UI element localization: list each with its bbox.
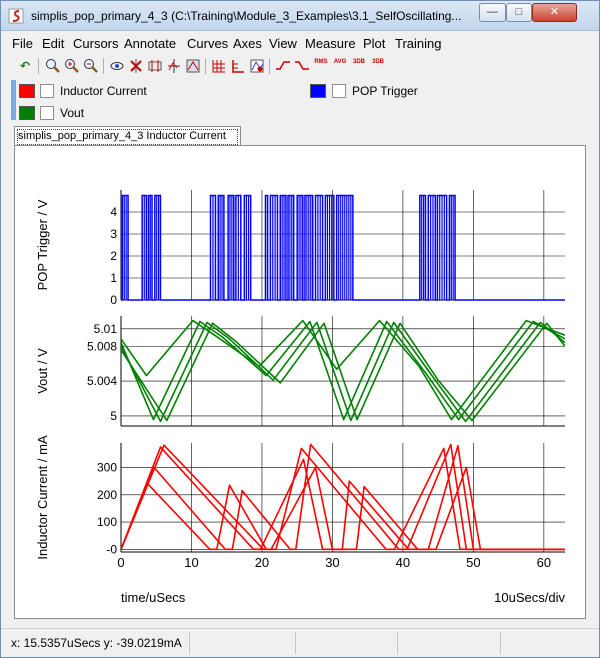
vout-trace-1: [121, 319, 565, 421]
zoom-full-icon[interactable]: [45, 58, 61, 74]
vout-ytick-label: 5.01: [94, 322, 118, 336]
vout-legend-label: Vout: [60, 106, 85, 120]
vout-trace-4: [121, 322, 565, 422]
zoom-in-icon[interactable]: [64, 58, 80, 74]
curve-color-icon[interactable]: [249, 58, 265, 74]
inductor-current-swatch[interactable]: [19, 84, 35, 98]
pop-trigger-ylabel: POP Trigger / V: [35, 199, 50, 290]
xlabel: time/uSecs: [121, 590, 186, 605]
cursor-delete-icon[interactable]: [128, 58, 144, 74]
cursor-add-icon[interactable]: [147, 58, 163, 74]
pop-trigger-ytick-label: 0: [110, 293, 117, 307]
grid-icon[interactable]: [211, 58, 227, 74]
vout-ytick-label: 5.008: [87, 339, 117, 353]
xtick-label: 20: [255, 555, 269, 570]
measure-rms-icon[interactable]: RMS: [313, 58, 329, 74]
vout-swatch[interactable]: [19, 106, 35, 120]
zoom-out-icon[interactable]: [83, 58, 99, 74]
vout-ytick-label: 5.004: [87, 374, 117, 388]
menu-measure[interactable]: Measure: [305, 36, 356, 51]
measure-avg-icon[interactable]: AVG: [332, 58, 348, 74]
measure-rise-icon[interactable]: [275, 58, 291, 74]
menu-plot[interactable]: Plot: [363, 36, 385, 51]
cursor-ref-icon[interactable]: [185, 58, 201, 74]
window-title: simplis_pop_primary_4_3 (C:\Training\Mod…: [31, 9, 462, 23]
inductor-current-ylabel: Inductor Current / mA: [35, 435, 50, 560]
minimize-button[interactable]: —: [479, 3, 506, 22]
xtick-label: 50: [466, 555, 480, 570]
waveform-chart[interactable]: 43210POP Trigger / V5.015.0085.0045Vout …: [15, 146, 585, 618]
vout-checkbox[interactable]: [40, 106, 54, 120]
close-button[interactable]: ✕: [532, 3, 577, 22]
xtick-label: 10: [184, 555, 198, 570]
legend-area: Inductor Current Vout POP Trigger: [1, 78, 599, 124]
status-separator: [295, 632, 296, 654]
menu-axes[interactable]: Axes: [233, 36, 262, 51]
view-icon[interactable]: [109, 58, 125, 74]
pop-trigger-ytick-label: 1: [110, 271, 117, 285]
xtick-label: 30: [325, 555, 339, 570]
menu-annotate[interactable]: Annotate: [124, 36, 176, 51]
menu-training[interactable]: Training: [395, 36, 441, 51]
inductor-current-legend-label: Inductor Current: [60, 84, 147, 98]
measure-fall-icon[interactable]: [294, 58, 310, 74]
inductor-current-ytick-label: 200: [97, 488, 117, 502]
toolbar-separator: [38, 58, 39, 74]
maximize-button[interactable]: □: [506, 3, 532, 22]
toolbar-separator: [103, 58, 104, 74]
status-separator: [189, 632, 190, 654]
menu-cursors[interactable]: Cursors: [73, 36, 119, 51]
axis-icon[interactable]: [230, 58, 246, 74]
status-bar: x: 15.5357uSecs y: -39.0219mA: [1, 628, 599, 657]
cursor-snap-icon[interactable]: [166, 58, 182, 74]
tab-inductor-current[interactable]: simplis_pop_primary_4_3 Inductor Current: [14, 126, 241, 146]
toolbar-separator: [269, 58, 270, 74]
tab-focus-rect: [17, 129, 238, 145]
pop-trigger-swatch[interactable]: [310, 84, 326, 98]
pop-trigger-ytick-label: 3: [110, 227, 117, 241]
inductor-current-ytick-label: 300: [97, 461, 117, 475]
menu-file[interactable]: File: [12, 36, 33, 51]
vout-trace-2: [121, 320, 565, 421]
undo-icon[interactable]: ↶: [17, 58, 33, 74]
pop-trigger-ytick-label: 2: [110, 249, 117, 263]
status-separator: [397, 632, 398, 654]
menu-bar: File Edit Cursors Annotate Curves Axes V…: [1, 32, 599, 54]
app-icon: [8, 8, 24, 24]
vout-ytick-label: 5: [110, 409, 117, 423]
title-bar[interactable]: simplis_pop_primary_4_3 (C:\Training\Mod…: [1, 1, 599, 31]
app-window: simplis_pop_primary_4_3 (C:\Training\Mod…: [0, 0, 600, 658]
menu-view[interactable]: View: [269, 36, 297, 51]
xtick-label: 0: [117, 555, 124, 570]
menu-curves[interactable]: Curves: [187, 36, 228, 51]
pop-trigger-ytick-label: 4: [110, 205, 117, 219]
x-division-label: 10uSecs/div: [494, 590, 565, 605]
inductor-current-checkbox[interactable]: [40, 84, 54, 98]
vout-ylabel: Vout / V: [35, 348, 50, 394]
measure-3db-low-icon[interactable]: 3DB: [351, 58, 367, 74]
pop-trigger-legend-label: POP Trigger: [352, 84, 418, 98]
xtick-label: 40: [396, 555, 410, 570]
inductor-current-ytick-label: -0: [106, 542, 117, 556]
vout-trace-3: [121, 321, 565, 423]
toolbar-separator: [205, 58, 206, 74]
plot-panel[interactable]: 4 3 2 1 0 POP Trigger / V 5.01 5.008 5.004 5 Vout …: [14, 145, 586, 619]
inductor-current-ytick-label: 100: [97, 515, 117, 529]
toolbar: ↶ RMS AVG 3DB 3DB: [1, 55, 599, 77]
pop-trigger-checkbox[interactable]: [332, 84, 346, 98]
menu-edit[interactable]: Edit: [42, 36, 64, 51]
xtick-label: 60: [537, 555, 551, 570]
status-separator: [500, 632, 501, 654]
measure-3db-high-icon[interactable]: 3DB: [370, 58, 386, 74]
legend-splitter[interactable]: [11, 80, 16, 120]
inductor-current-trace-1: [121, 447, 556, 551]
cursor-readout: x: 15.5357uSecs y: -39.0219mA: [11, 636, 182, 650]
